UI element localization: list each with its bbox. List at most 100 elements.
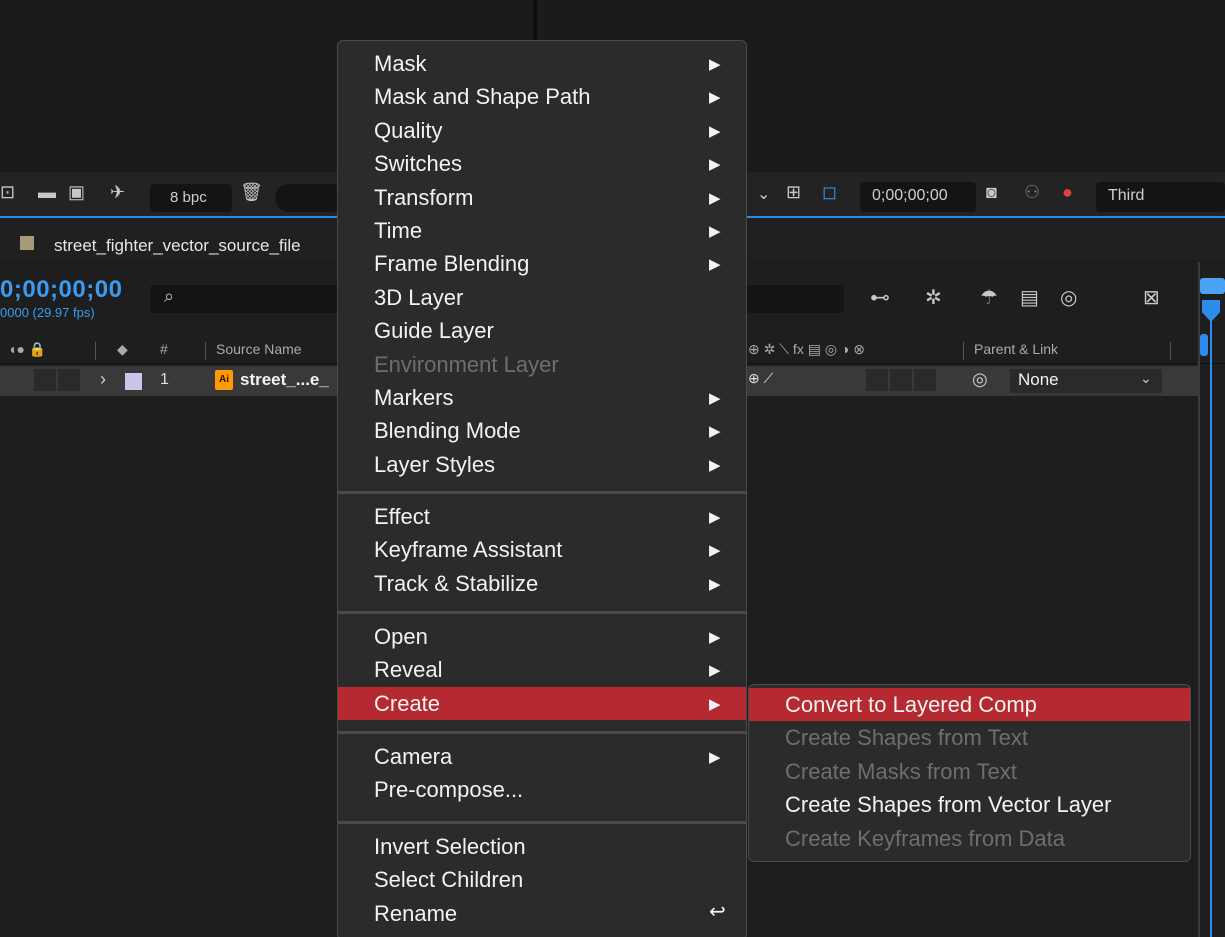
menu-item-mask-and-shape-path[interactable]: Mask and Shape Path ▶ [338, 80, 746, 113]
toolbar-timecode: 0;00;00;00 [872, 187, 948, 204]
menu-separator [338, 821, 746, 824]
menu-item-markers[interactable]: Markers ▶ [338, 381, 746, 414]
menu-item-time[interactable]: Time ▶ [338, 214, 746, 247]
av-switches-icon[interactable]: ◖● 🔒 [8, 341, 46, 358]
video-switch[interactable] [34, 369, 56, 391]
submenu-arrow-icon: ▶ [709, 662, 721, 680]
audio-switch[interactable] [58, 369, 80, 391]
column-source-name[interactable]: Source Name [216, 341, 302, 357]
layer-bar[interactable] [1200, 334, 1208, 356]
menu-item-invert-selection[interactable]: Invert Selection [338, 830, 746, 863]
submenu-arrow-icon: ▶ [709, 122, 721, 140]
menu-item-label: 3D Layer [374, 284, 464, 310]
layer-name[interactable]: street_...e_ [240, 370, 329, 390]
menu-item-select-children[interactable]: Select Children [338, 863, 746, 896]
menu-item-layer-styles[interactable]: Layer Styles ▶ [338, 448, 746, 481]
menu-item-reveal[interactable]: Reveal ▶ [338, 653, 746, 686]
bpc-label: 8 bpc [170, 189, 207, 206]
channel-icon[interactable]: ⚇ [1024, 182, 1040, 203]
submenu-item-create-shapes-from-vector-layer[interactable]: Create Shapes from Vector Layer [749, 788, 1190, 821]
submenu-item-label: Create Masks from Text [785, 758, 1017, 784]
menu-item-mask[interactable]: Mask ▶ [338, 47, 746, 80]
transparency-grid-icon[interactable]: ◻ [822, 182, 837, 203]
menu-item-effect[interactable]: Effect ▶ [338, 500, 746, 533]
viewer-divider [533, 0, 537, 40]
submenu-item-convert-to-layered-comp[interactable]: Convert to Layered Comp [749, 688, 1190, 721]
menu-item-quality[interactable]: Quality ▶ [338, 114, 746, 147]
shy-layers-icon[interactable]: ☂ [980, 285, 998, 310]
menu-item-label: Environment Layer [374, 351, 559, 377]
zoom-slider[interactable] [275, 184, 345, 212]
timeline-divider [1198, 262, 1200, 937]
work-area-handle[interactable] [1200, 278, 1225, 294]
color-icon[interactable]: ● [1062, 182, 1073, 203]
menu-item-label: Rename [374, 900, 458, 926]
frame-blending-icon[interactable]: ▤ [1020, 285, 1039, 310]
pickwhip-icon[interactable]: ◎ [972, 369, 988, 390]
menu-item-frame-blending[interactable]: Frame Blending ▶ [338, 247, 746, 280]
menu-item-label: Quality [374, 117, 443, 143]
label-tag-icon[interactable]: ◆ [117, 341, 128, 358]
submenu-arrow-icon: ▶ [709, 509, 721, 526]
menu-item-label: Camera [374, 744, 453, 769]
submenu-arrow-icon: ▶ [709, 456, 721, 474]
submenu-arrow-icon: ▶ [709, 629, 721, 646]
menu-item-label: Guide Layer [374, 318, 494, 344]
render-icon[interactable]: ✈ [110, 182, 125, 203]
menu-item-transform[interactable]: Transform ▶ [338, 181, 746, 214]
menu-item-label: Frame Blending [374, 251, 530, 277]
playhead-line [1210, 300, 1212, 937]
menu-item-label: Create [374, 690, 441, 716]
current-time[interactable]: 0;00;00;00 [0, 276, 122, 304]
composition-icon[interactable]: ▣ [68, 182, 85, 203]
layer-search-input[interactable] [150, 285, 340, 313]
submenu-arrow-icon: ▶ [709, 575, 721, 593]
chevron-down-icon[interactable]: ⌄ [757, 184, 770, 204]
menu-item-label: Time [374, 218, 423, 243]
submenu-arrow-icon: ▶ [709, 390, 721, 407]
flowchart-icon[interactable]: ⊡ [0, 182, 15, 203]
menu-item-label: Reveal [374, 657, 443, 683]
menu-item-blending-mode[interactable]: Blending Mode ▶ [338, 414, 746, 447]
menu-item-camera[interactable]: Camera ▶ [338, 740, 746, 773]
menu-item-3d-layer[interactable]: 3D Layer [338, 281, 746, 314]
menu-item-keyframe-assistant[interactable]: Keyframe Assistant ▶ [338, 533, 746, 566]
menu-item-switches[interactable]: Switches ▶ [338, 147, 746, 180]
menu-item-pre-compose[interactable]: Pre-compose... [338, 773, 746, 806]
folder-icon[interactable]: ▬ [38, 182, 56, 203]
frame-rate: 0000 (29.97 fps) [0, 305, 95, 320]
graph-editor-icon[interactable]: ⊠ [1143, 285, 1160, 310]
collapse-switch-icon[interactable]: ⊕ ⟋ [748, 370, 773, 387]
menu-item-label: Blending Mode [374, 418, 521, 444]
region-icon[interactable]: ⊞ [786, 182, 801, 203]
camera-icon[interactable]: ◙ [986, 182, 997, 203]
return-key-icon: ↩ [709, 900, 726, 923]
menu-item-open[interactable]: Open ▶ [338, 620, 746, 653]
menu-item-track-stabilize[interactable]: Track & Stabilize ▶ [338, 567, 746, 600]
switch-box[interactable] [866, 369, 888, 391]
menu-item-guide-layer[interactable]: Guide Layer [338, 314, 746, 347]
column-parent-link[interactable]: Parent & Link [974, 341, 1058, 357]
chevron-right-icon[interactable]: › [100, 369, 106, 390]
menu-item-label: Keyframe Assistant [374, 537, 563, 563]
trash-icon[interactable]: 🗑 [240, 182, 263, 203]
parent-value: None [1018, 370, 1059, 389]
switch-box[interactable] [914, 369, 936, 391]
comp-flowchart-icon[interactable]: ⊷ [870, 285, 890, 310]
draft-3d-icon[interactable]: ✲ [925, 285, 942, 310]
switch-box[interactable] [890, 369, 912, 391]
layer-label-color[interactable] [125, 373, 142, 390]
menu-item-rename[interactable]: Rename ↩ [338, 897, 746, 930]
tab-comp-name[interactable]: street_fighter_vector_source_file [54, 236, 301, 256]
chevron-down-icon: ⌄ [1140, 370, 1152, 386]
menu-item-label: Effect [374, 504, 430, 529]
motion-blur-icon[interactable]: ◎ [1060, 285, 1077, 310]
search-icon: ⌕ [164, 286, 175, 306]
menu-item-create[interactable]: Create ▶ [338, 686, 746, 720]
submenu-arrow-icon: ▶ [709, 223, 721, 240]
layer-search-input-end[interactable] [744, 285, 844, 313]
submenu-arrow-icon: ▶ [709, 256, 721, 274]
menu-item-label: Switches [374, 151, 463, 177]
submenu-item-label: Create Keyframes from Data [785, 825, 1065, 851]
menu-separator [338, 611, 746, 614]
